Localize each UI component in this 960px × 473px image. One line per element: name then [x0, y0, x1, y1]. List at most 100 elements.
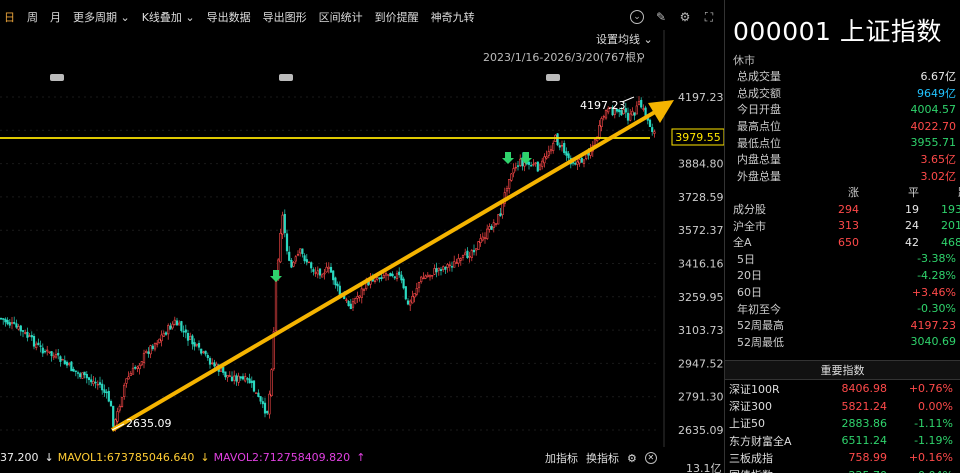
change-indicator-button[interactable]: 换指标 — [586, 450, 619, 466]
event-marker[interactable] — [50, 74, 64, 81]
candle-body — [400, 274, 403, 281]
index-row[interactable]: 上证50 2883.86 -1.11% — [725, 415, 960, 432]
index-row[interactable]: 深证300 5821.24 0.00% — [725, 397, 960, 414]
candle-body — [642, 108, 645, 110]
index-name: 深证100R — [729, 382, 780, 396]
stat-row: 今日开盘 4004.57 — [725, 101, 960, 118]
candle-body — [349, 303, 352, 310]
index-row[interactable]: 三板成指 758.99 +0.16% — [725, 449, 960, 466]
candle-body — [446, 264, 449, 268]
event-marker[interactable] — [546, 74, 560, 81]
period-month-tab[interactable]: 月 — [50, 9, 61, 25]
range-stats-button[interactable]: 区间统计 — [319, 9, 363, 25]
index-row[interactable]: 深证100R 8406.98 +0.76% — [725, 380, 960, 397]
mavol2-value: MAVOL2:712758409.820 — [213, 450, 351, 464]
low-point-label: 2635.09 — [126, 417, 172, 430]
candle-body — [450, 266, 454, 268]
export-image-button[interactable]: 导出图形 — [263, 9, 307, 25]
volume-indicator-bar: 37.200 ↓ MAVOL1:673785046.640 ↓ MAVOL2:7… — [0, 447, 724, 467]
candle-body — [543, 156, 546, 164]
candle-body — [437, 267, 440, 271]
export-data-button[interactable]: 导出数据 — [207, 9, 251, 25]
draw-pen-icon[interactable]: ✎ — [654, 10, 668, 24]
candle-body — [96, 383, 99, 386]
candle-body — [558, 145, 561, 148]
breadth-row[interactable]: 成分股 294 19 1934 — [725, 201, 960, 218]
candle-body — [351, 301, 355, 308]
collapse-icon[interactable]: ⌄ — [630, 10, 644, 24]
price-alert-button[interactable]: 到价提醒 — [375, 9, 419, 25]
breadth-row[interactable]: 沪全市 313 24 2011 — [725, 217, 960, 234]
candle-body — [442, 266, 445, 270]
event-marker[interactable] — [279, 74, 293, 81]
candle-body — [475, 248, 478, 251]
period-row: 20日 -4.28% — [725, 267, 960, 284]
candle-body — [109, 401, 113, 407]
breadth-row[interactable]: 全A 650 42 4680 — [725, 234, 960, 251]
index-row[interactable]: 国债指数225.70-0.04% — [725, 467, 960, 473]
k-overlay-menu[interactable]: K线叠加 ⌄ — [142, 9, 195, 25]
candle-body — [48, 351, 51, 353]
candle-body — [382, 275, 385, 279]
gear-icon[interactable]: ⚙ — [627, 452, 637, 465]
candle-body — [222, 366, 225, 373]
candle-body — [24, 332, 27, 334]
candle-body — [41, 347, 44, 354]
candle-body — [354, 298, 357, 304]
period-week-tab[interactable]: 周 — [27, 9, 38, 25]
fullscreen-icon[interactable]: ⛶ — [702, 10, 716, 24]
candle-body — [211, 362, 214, 365]
period-day-tab[interactable]: 日 — [4, 9, 15, 25]
price-tick-label: 3728.59 — [678, 191, 724, 204]
magic-nine-button[interactable]: 神奇九转 — [431, 9, 475, 25]
candle-body — [184, 329, 187, 333]
candle-body — [283, 213, 286, 234]
candle-body — [305, 259, 308, 263]
candle-body — [281, 214, 284, 235]
close-icon[interactable]: ✕ — [644, 452, 657, 464]
period-label: 52周最低 — [737, 335, 784, 349]
ma-settings-link[interactable]: 设置均线 ⌄ — [596, 32, 653, 46]
stat-row: 总成交量 6.67亿 — [725, 68, 960, 85]
candle-body — [6, 319, 9, 325]
price-tick-label: 2791.30 — [678, 391, 724, 404]
index-price: 5821.24 — [841, 399, 888, 413]
index-row[interactable]: 东方财富全A 6511.24 -1.19% — [725, 432, 960, 449]
stat-label: 总成交量 — [737, 70, 781, 84]
candle-body — [131, 367, 135, 375]
candle-body — [435, 268, 438, 273]
index-name: 国债指数 — [729, 467, 821, 473]
index-change: -0.04% — [887, 469, 953, 473]
candle-body — [417, 282, 421, 288]
more-periods-menu[interactable]: 更多周期 ⌄ — [73, 9, 130, 25]
candle-body — [90, 379, 93, 383]
period-label: 52周最高 — [737, 319, 784, 333]
pin-icon[interactable]: ⚲ — [637, 51, 645, 64]
kline-svg[interactable]: 3979.55 4197.23 2635.09 设置均线 ⌄ 2023/1/16… — [0, 30, 725, 447]
candle-body — [468, 255, 471, 258]
sell-signal-arrow[interactable] — [270, 270, 282, 282]
candle-body — [321, 274, 324, 278]
candle-body — [173, 319, 176, 325]
candle-body — [87, 377, 91, 381]
candle-body — [180, 321, 183, 331]
stat-label: 最高点位 — [737, 120, 781, 134]
candle-body — [602, 116, 605, 118]
candle-body — [101, 383, 104, 391]
candle-body — [534, 162, 537, 164]
kline-chart-area[interactable]: 3979.55 4197.23 2635.09 设置均线 ⌄ 2023/1/16… — [0, 30, 725, 473]
sell-signal-arrow[interactable] — [502, 152, 514, 164]
trend-arrow-shaft[interactable] — [110, 110, 657, 432]
candle-body — [426, 274, 429, 277]
settings-icon[interactable]: ⚙ — [678, 10, 692, 24]
candle-body — [123, 384, 126, 398]
index-change: +0.16% — [908, 451, 953, 465]
stat-value: 9649亿 — [917, 86, 956, 100]
add-indicator-button[interactable]: 加指标 — [545, 450, 578, 466]
mavol1-value: MAVOL1:673785046.640 — [57, 450, 195, 464]
candle-body — [292, 262, 295, 267]
candle-body — [461, 255, 465, 258]
candle-body — [171, 323, 174, 329]
candle-body — [455, 262, 458, 264]
price-tick-label: 4197.23 — [678, 91, 724, 104]
